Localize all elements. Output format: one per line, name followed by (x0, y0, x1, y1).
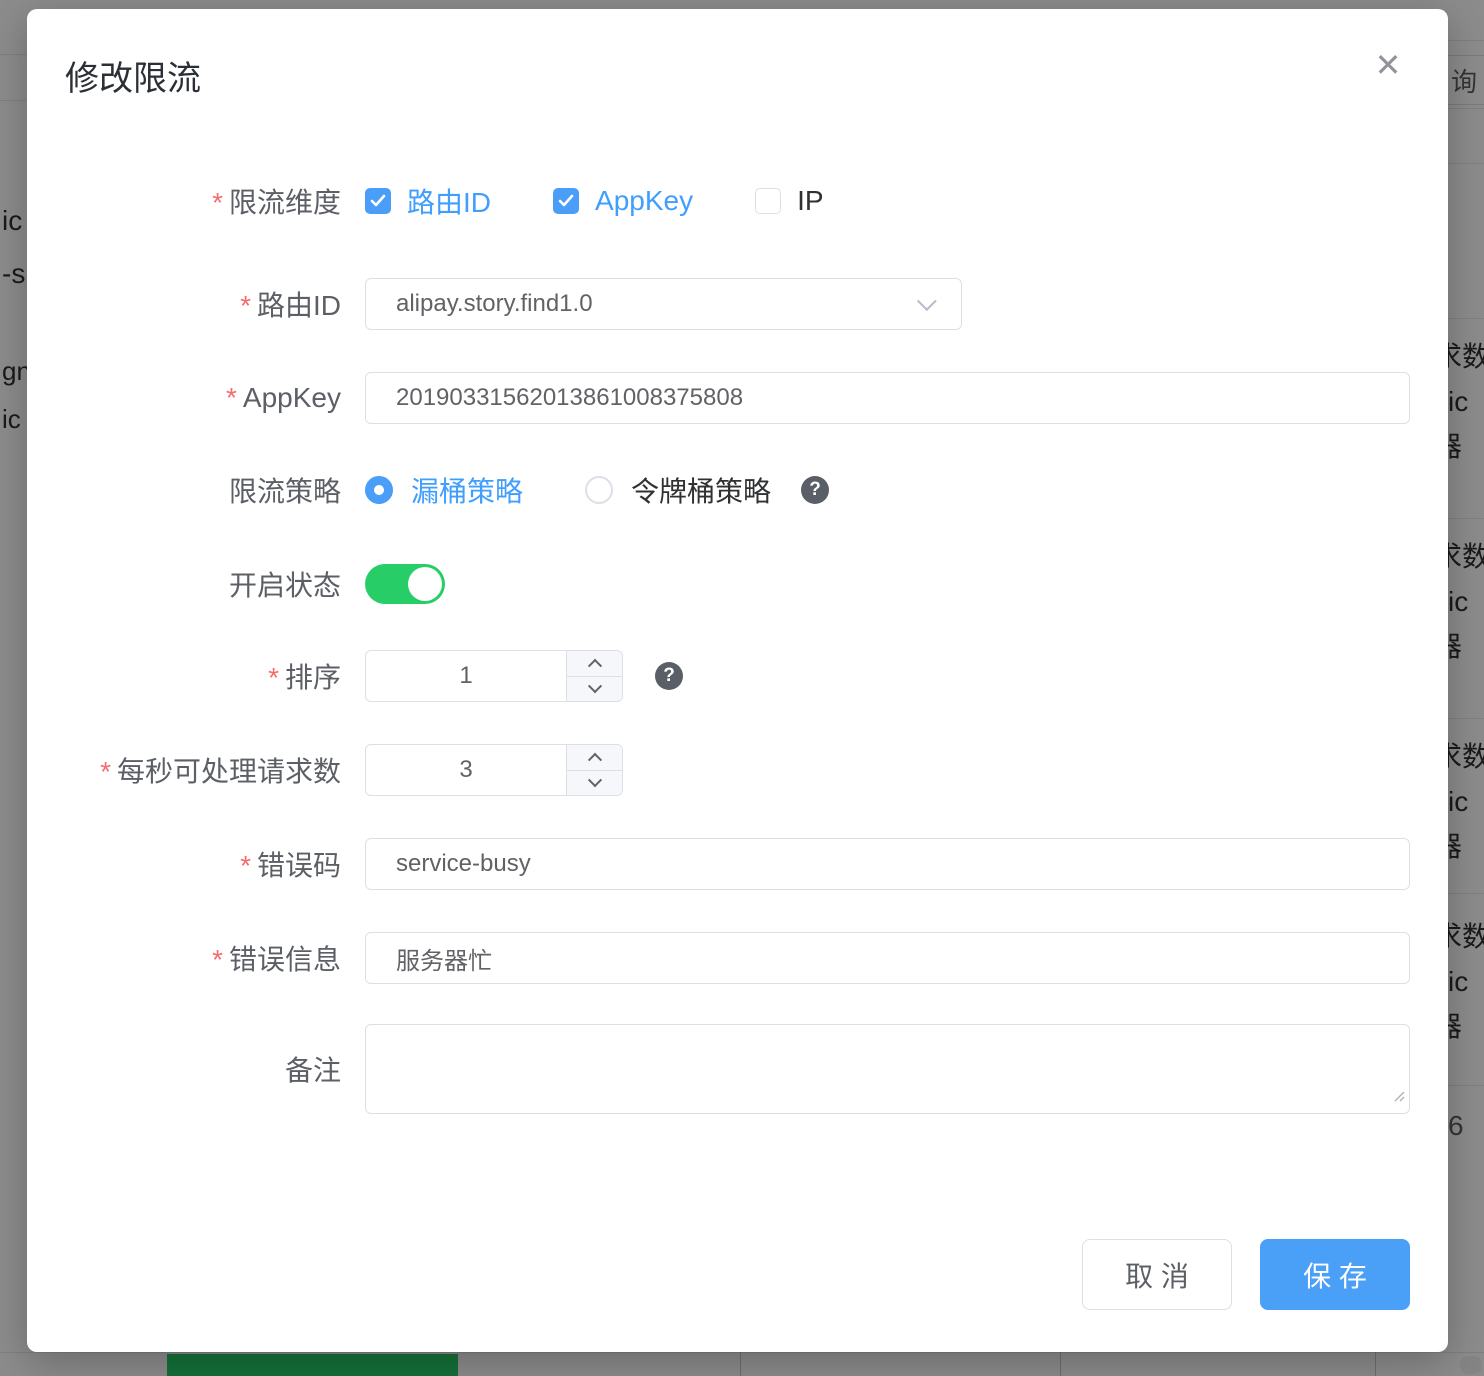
checkbox-checked-icon (553, 188, 579, 214)
chevron-down-icon (587, 773, 601, 787)
required-marker: * (226, 382, 237, 413)
required-marker: * (212, 944, 223, 975)
error-code-input[interactable] (365, 838, 1410, 890)
form-row-route-id: *路由ID alipay.story.find1.0 (27, 278, 1448, 330)
radio-label: 令牌桶策略 (631, 470, 771, 510)
field-label-strategy: 限流策略 (27, 470, 341, 510)
modal-title: 修改限流 (65, 51, 201, 100)
checkbox-label: AppKey (595, 185, 693, 217)
field-label-sort: *排序 (27, 656, 341, 696)
strategy-radio-group: 漏桶策略 令牌桶策略 ? (365, 470, 829, 510)
field-label-error-code: *错误码 (27, 844, 341, 884)
field-label-enabled: 开启状态 (27, 564, 341, 604)
radio-selected-icon (365, 476, 393, 504)
stepper-increase-button[interactable] (567, 745, 622, 771)
chevron-down-icon (587, 679, 601, 693)
stepper-decrease-button[interactable] (567, 677, 622, 702)
field-label-remark: 备注 (27, 1049, 341, 1089)
qps-number-input (365, 744, 623, 796)
required-marker: * (240, 850, 251, 881)
required-marker: * (268, 662, 279, 693)
checkbox-label: 路由ID (407, 181, 491, 221)
checkbox-ip[interactable]: IP (755, 185, 823, 217)
form-row-sort: *排序 ? (27, 650, 1448, 702)
radio-token-bucket[interactable]: 令牌桶策略 (585, 470, 771, 510)
resize-handle-icon[interactable] (1391, 1088, 1405, 1107)
error-message-input[interactable] (365, 932, 1410, 984)
chevron-down-icon (917, 291, 937, 311)
appkey-input[interactable] (365, 372, 1410, 424)
required-marker: * (212, 187, 223, 218)
checkbox-appkey[interactable]: AppKey (553, 185, 693, 217)
route-id-select[interactable]: alipay.story.find1.0 (365, 278, 962, 330)
save-button[interactable]: 保 存 (1260, 1239, 1410, 1310)
form-row-appkey: *AppKey (27, 372, 1448, 424)
form-row-strategy: 限流策略 漏桶策略 令牌桶策略 ? (27, 470, 1448, 510)
radio-unselected-icon (585, 476, 613, 504)
qps-stepper (566, 745, 622, 795)
form-row-qps: *每秒可处理请求数 (27, 744, 1448, 796)
form-row-dimension: *限流维度 路由ID AppKey IP (27, 186, 1448, 216)
required-marker: * (100, 756, 111, 787)
field-label-error-message: *错误信息 (27, 938, 341, 978)
sort-number-input (365, 650, 623, 702)
sort-stepper (566, 651, 622, 701)
form-row-error-message: *错误信息 (27, 932, 1448, 984)
help-icon[interactable]: ? (655, 662, 683, 690)
required-marker: * (240, 290, 251, 321)
close-icon[interactable]: ✕ (1368, 45, 1408, 85)
help-icon[interactable]: ? (801, 476, 829, 504)
field-label-route-id: *路由ID (27, 284, 341, 324)
form-row-error-code: *错误码 (27, 838, 1448, 890)
remark-textarea[interactable] (365, 1024, 1410, 1114)
stepper-decrease-button[interactable] (567, 771, 622, 796)
stepper-increase-button[interactable] (567, 651, 622, 677)
field-label-appkey: *AppKey (27, 382, 341, 414)
chevron-up-icon (587, 659, 601, 673)
field-label-qps: *每秒可处理请求数 (27, 750, 341, 790)
chevron-up-icon (587, 753, 601, 767)
rate-limit-form: *限流维度 路由ID AppKey IP (27, 186, 1448, 1114)
cancel-button[interactable]: 取 消 (1082, 1239, 1232, 1310)
modal-edit-rate-limit: 修改限流 ✕ *限流维度 路由ID AppKey (27, 9, 1448, 1352)
radio-leaky-bucket[interactable]: 漏桶策略 (365, 470, 523, 510)
form-row-enabled: 开启状态 (27, 564, 1448, 604)
qps-value-input[interactable] (366, 745, 566, 795)
form-row-remark: 备注 (27, 1024, 1448, 1114)
route-id-selected-value: alipay.story.find1.0 (396, 290, 917, 318)
checkbox-label: IP (797, 185, 823, 217)
modal-footer: 取 消 保 存 (1082, 1239, 1410, 1310)
toggle-knob (408, 567, 442, 601)
checkbox-unchecked-icon (755, 188, 781, 214)
radio-label: 漏桶策略 (411, 470, 523, 510)
dimension-checkbox-group: 路由ID AppKey IP (365, 181, 886, 221)
sort-value-input[interactable] (366, 651, 566, 701)
checkbox-checked-icon (365, 188, 391, 214)
enabled-toggle[interactable] (365, 564, 445, 604)
field-label-dimension: *限流维度 (27, 181, 341, 221)
checkbox-route-id[interactable]: 路由ID (365, 181, 491, 221)
